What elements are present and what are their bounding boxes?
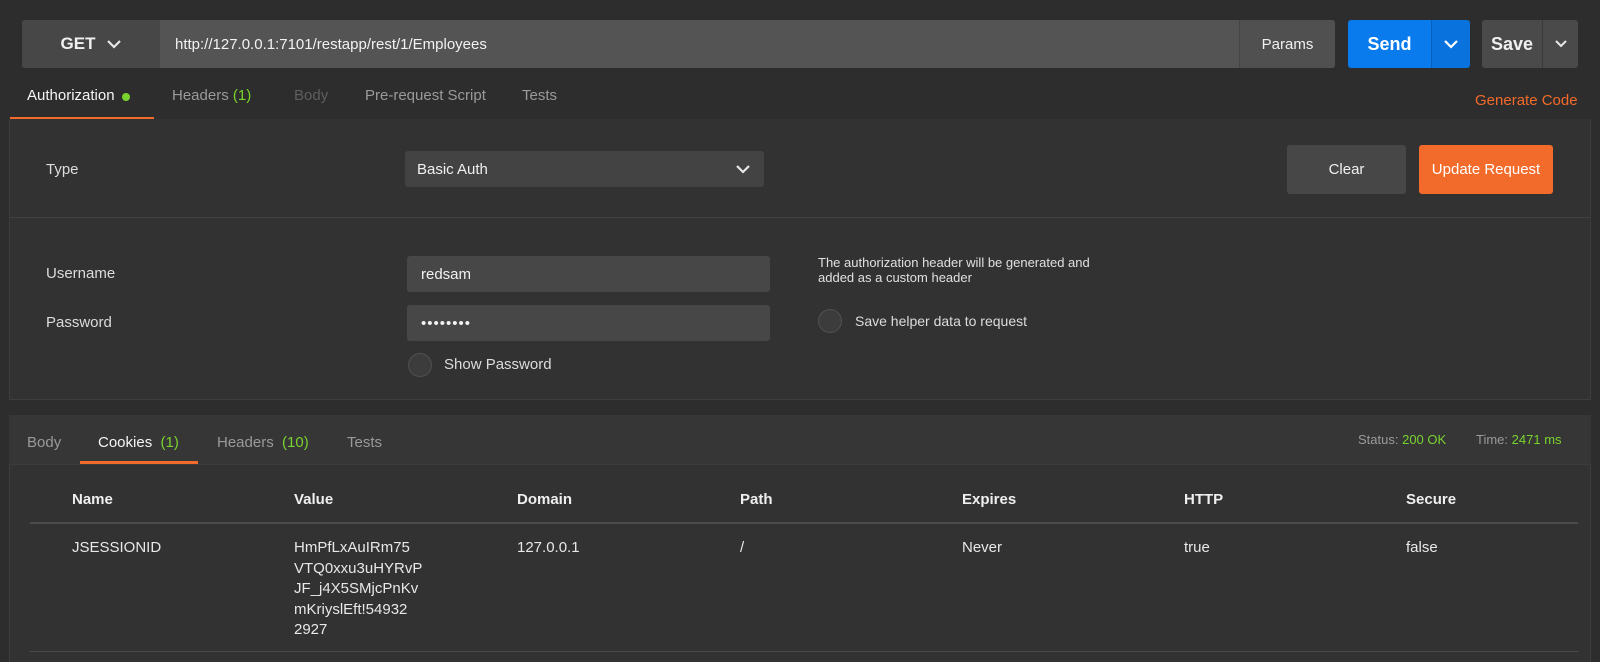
column-header-value: Value: [294, 491, 334, 508]
save-options-button[interactable]: [1542, 20, 1578, 68]
status-readout: Status: 200 OK: [1358, 432, 1446, 447]
tab-count: (1): [160, 434, 179, 451]
generate-code-link[interactable]: Generate Code: [1475, 92, 1578, 109]
cookie-value-line: VTQ0xxu3uHYRvP: [294, 559, 423, 577]
cookie-expires: Never: [962, 539, 1003, 556]
params-button[interactable]: Params: [1239, 20, 1335, 68]
column-header-name: Name: [72, 491, 113, 508]
url-input[interactable]: http://127.0.0.1:7101/restapp/rest/1/Emp…: [160, 20, 1238, 68]
method-dropdown[interactable]: GET: [22, 20, 160, 68]
cookie-value-line: 2927: [294, 621, 328, 638]
tab-label: Tests: [347, 434, 383, 451]
column-header-secure: Secure: [1406, 491, 1457, 508]
username-label: Username: [46, 265, 116, 282]
tab-label: Headers: [172, 87, 229, 104]
response-tab-headers[interactable]: Headers (10): [217, 434, 309, 451]
tab-label: Authorization: [27, 87, 115, 104]
auth-type-select[interactable]: Basic Auth: [405, 151, 764, 187]
table-header-divider: [30, 522, 1578, 524]
auth-info-text: The authorization header will be generat…: [818, 255, 1090, 285]
cookie-secure: false: [1406, 539, 1438, 556]
tab-label: Body: [27, 434, 62, 451]
tab-body[interactable]: Body: [294, 87, 328, 119]
chevron-down-icon: [736, 161, 750, 178]
show-password-checkbox[interactable]: [408, 353, 432, 377]
tab-count: (10): [282, 434, 309, 451]
response-tab-tests[interactable]: Tests: [347, 434, 382, 451]
save-helper-checkbox[interactable]: [818, 309, 842, 333]
username-input[interactable]: redsam: [407, 256, 770, 292]
tab-tests[interactable]: Tests: [522, 87, 557, 119]
save-button[interactable]: Save: [1482, 20, 1542, 68]
show-password-label: Show Password: [444, 356, 552, 373]
update-request-button[interactable]: Update Request: [1419, 145, 1553, 194]
cookie-path: /: [740, 539, 745, 556]
column-header-expires: Expires: [962, 491, 1017, 508]
tab-authorization[interactable]: Authorization: [27, 87, 130, 119]
method-label: GET: [60, 34, 96, 53]
time-readout: Time: 2471 ms: [1476, 432, 1562, 447]
column-header-path: Path: [740, 491, 773, 508]
column-header-http: HTTP: [1184, 491, 1224, 508]
response-tab-body[interactable]: Body: [27, 434, 61, 451]
password-label: Password: [46, 314, 112, 331]
send-options-button[interactable]: [1431, 20, 1470, 68]
status-value: 200 OK: [1402, 432, 1447, 447]
tab-pre-request-script[interactable]: Pre-request Script: [365, 87, 486, 119]
active-response-tab-underline: [80, 461, 198, 464]
chevron-down-icon: [1444, 39, 1458, 49]
cookie-name: JSESSIONID: [72, 539, 162, 556]
chevron-down-icon: [107, 39, 122, 49]
chevron-down-icon: [1554, 40, 1567, 48]
response-tab-cookies[interactable]: Cookies (1): [98, 434, 179, 451]
cookie-value-line: JF_j4X5SMjcPnKv: [294, 580, 419, 597]
cookie-value-line: mKriyslEft!54932: [294, 600, 408, 618]
send-button[interactable]: Send: [1348, 20, 1431, 68]
tab-count: (1): [232, 87, 252, 104]
time-label: Time:: [1476, 432, 1509, 447]
tab-label: Cookies: [98, 434, 153, 451]
tab-label: Headers: [217, 434, 274, 451]
auth-type-value: Basic Auth: [417, 160, 488, 178]
column-header-domain: Domain: [517, 491, 573, 508]
cookie-value: HmPfLxAuIRm75 VTQ0xxu3uHYRvP JF_j4X5SMjc…: [294, 538, 422, 641]
tab-label: Pre-request Script: [365, 87, 486, 104]
row-divider: [30, 651, 1578, 652]
type-label: Type: [46, 161, 79, 178]
clear-button[interactable]: Clear: [1287, 145, 1406, 194]
tab-headers[interactable]: Headers (1): [172, 87, 251, 119]
cookie-http: true: [1184, 539, 1210, 556]
active-dot-icon: [121, 93, 130, 101]
cookie-domain: 127.0.0.1: [517, 539, 580, 556]
tab-label: Body: [294, 87, 329, 104]
tab-label: Tests: [522, 87, 558, 104]
divider: [9, 217, 1591, 218]
save-helper-label: Save helper data to request: [855, 313, 1028, 329]
status-label: Status:: [1358, 432, 1399, 447]
time-value: 2471 ms: [1511, 432, 1562, 447]
cookie-value-line: HmPfLxAuIRm75: [294, 539, 410, 556]
password-input[interactable]: ••••••••: [407, 305, 770, 341]
